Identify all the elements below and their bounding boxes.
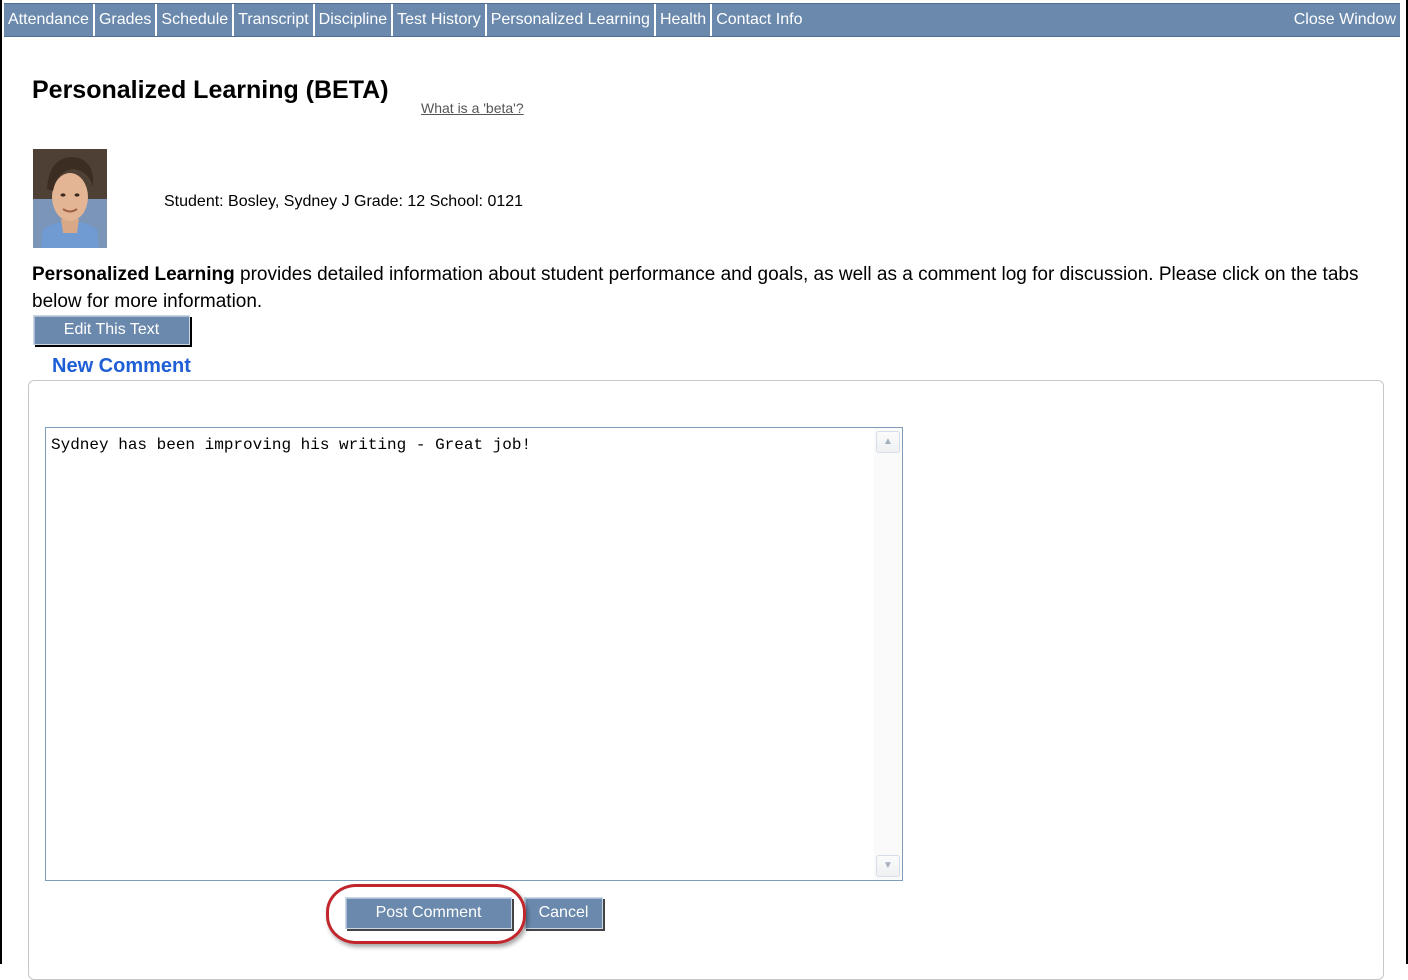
what-is-beta-link[interactable]: What is a 'beta'? [421, 100, 524, 116]
top-nav-bar: Attendance Grades Schedule Transcript Di… [4, 3, 1400, 37]
description-bold: Personalized Learning [32, 264, 235, 285]
description-text: Personalized Learning provides detailed … [32, 261, 1372, 315]
nav-transcript[interactable]: Transcript [234, 4, 315, 36]
nav-health[interactable]: Health [656, 4, 713, 36]
nav-contact-info[interactable]: Contact Info [712, 4, 806, 36]
page-frame: Attendance Grades Schedule Transcript Di… [0, 0, 1408, 980]
edit-this-text-button[interactable]: Edit This Text [33, 315, 190, 345]
nav-attendance[interactable]: Attendance [4, 4, 95, 36]
student-photo-avatar [33, 149, 107, 248]
student-info: Student: Bosley, Sydney J Grade: 12 Scho… [164, 193, 524, 210]
nav-test-history[interactable]: Test History [393, 4, 487, 36]
comment-text[interactable]: Sydney has been improving his writing - … [51, 436, 531, 454]
post-comment-button[interactable]: Post Comment [345, 897, 512, 929]
nav-discipline[interactable]: Discipline [315, 4, 394, 36]
page-title: Personalized Learning (BETA) [32, 76, 389, 104]
student-photo-icon [33, 149, 107, 248]
textarea-scrollbar[interactable]: ▲ ▼ [874, 428, 902, 880]
close-window-link[interactable]: Close Window [1294, 4, 1396, 36]
cancel-button[interactable]: Cancel [524, 897, 603, 929]
comment-textarea[interactable]: Sydney has been improving his writing - … [45, 427, 903, 881]
nav-items: Attendance Grades Schedule Transcript Di… [4, 4, 806, 36]
scroll-up-arrow-icon[interactable]: ▲ [876, 431, 900, 453]
nav-schedule[interactable]: Schedule [157, 4, 235, 36]
nav-personalized-learning[interactable]: Personalized Learning [487, 4, 656, 36]
nav-grades[interactable]: Grades [95, 4, 158, 36]
scroll-down-arrow-icon[interactable]: ▼ [876, 855, 900, 877]
new-comment-legend: New Comment [44, 355, 199, 378]
